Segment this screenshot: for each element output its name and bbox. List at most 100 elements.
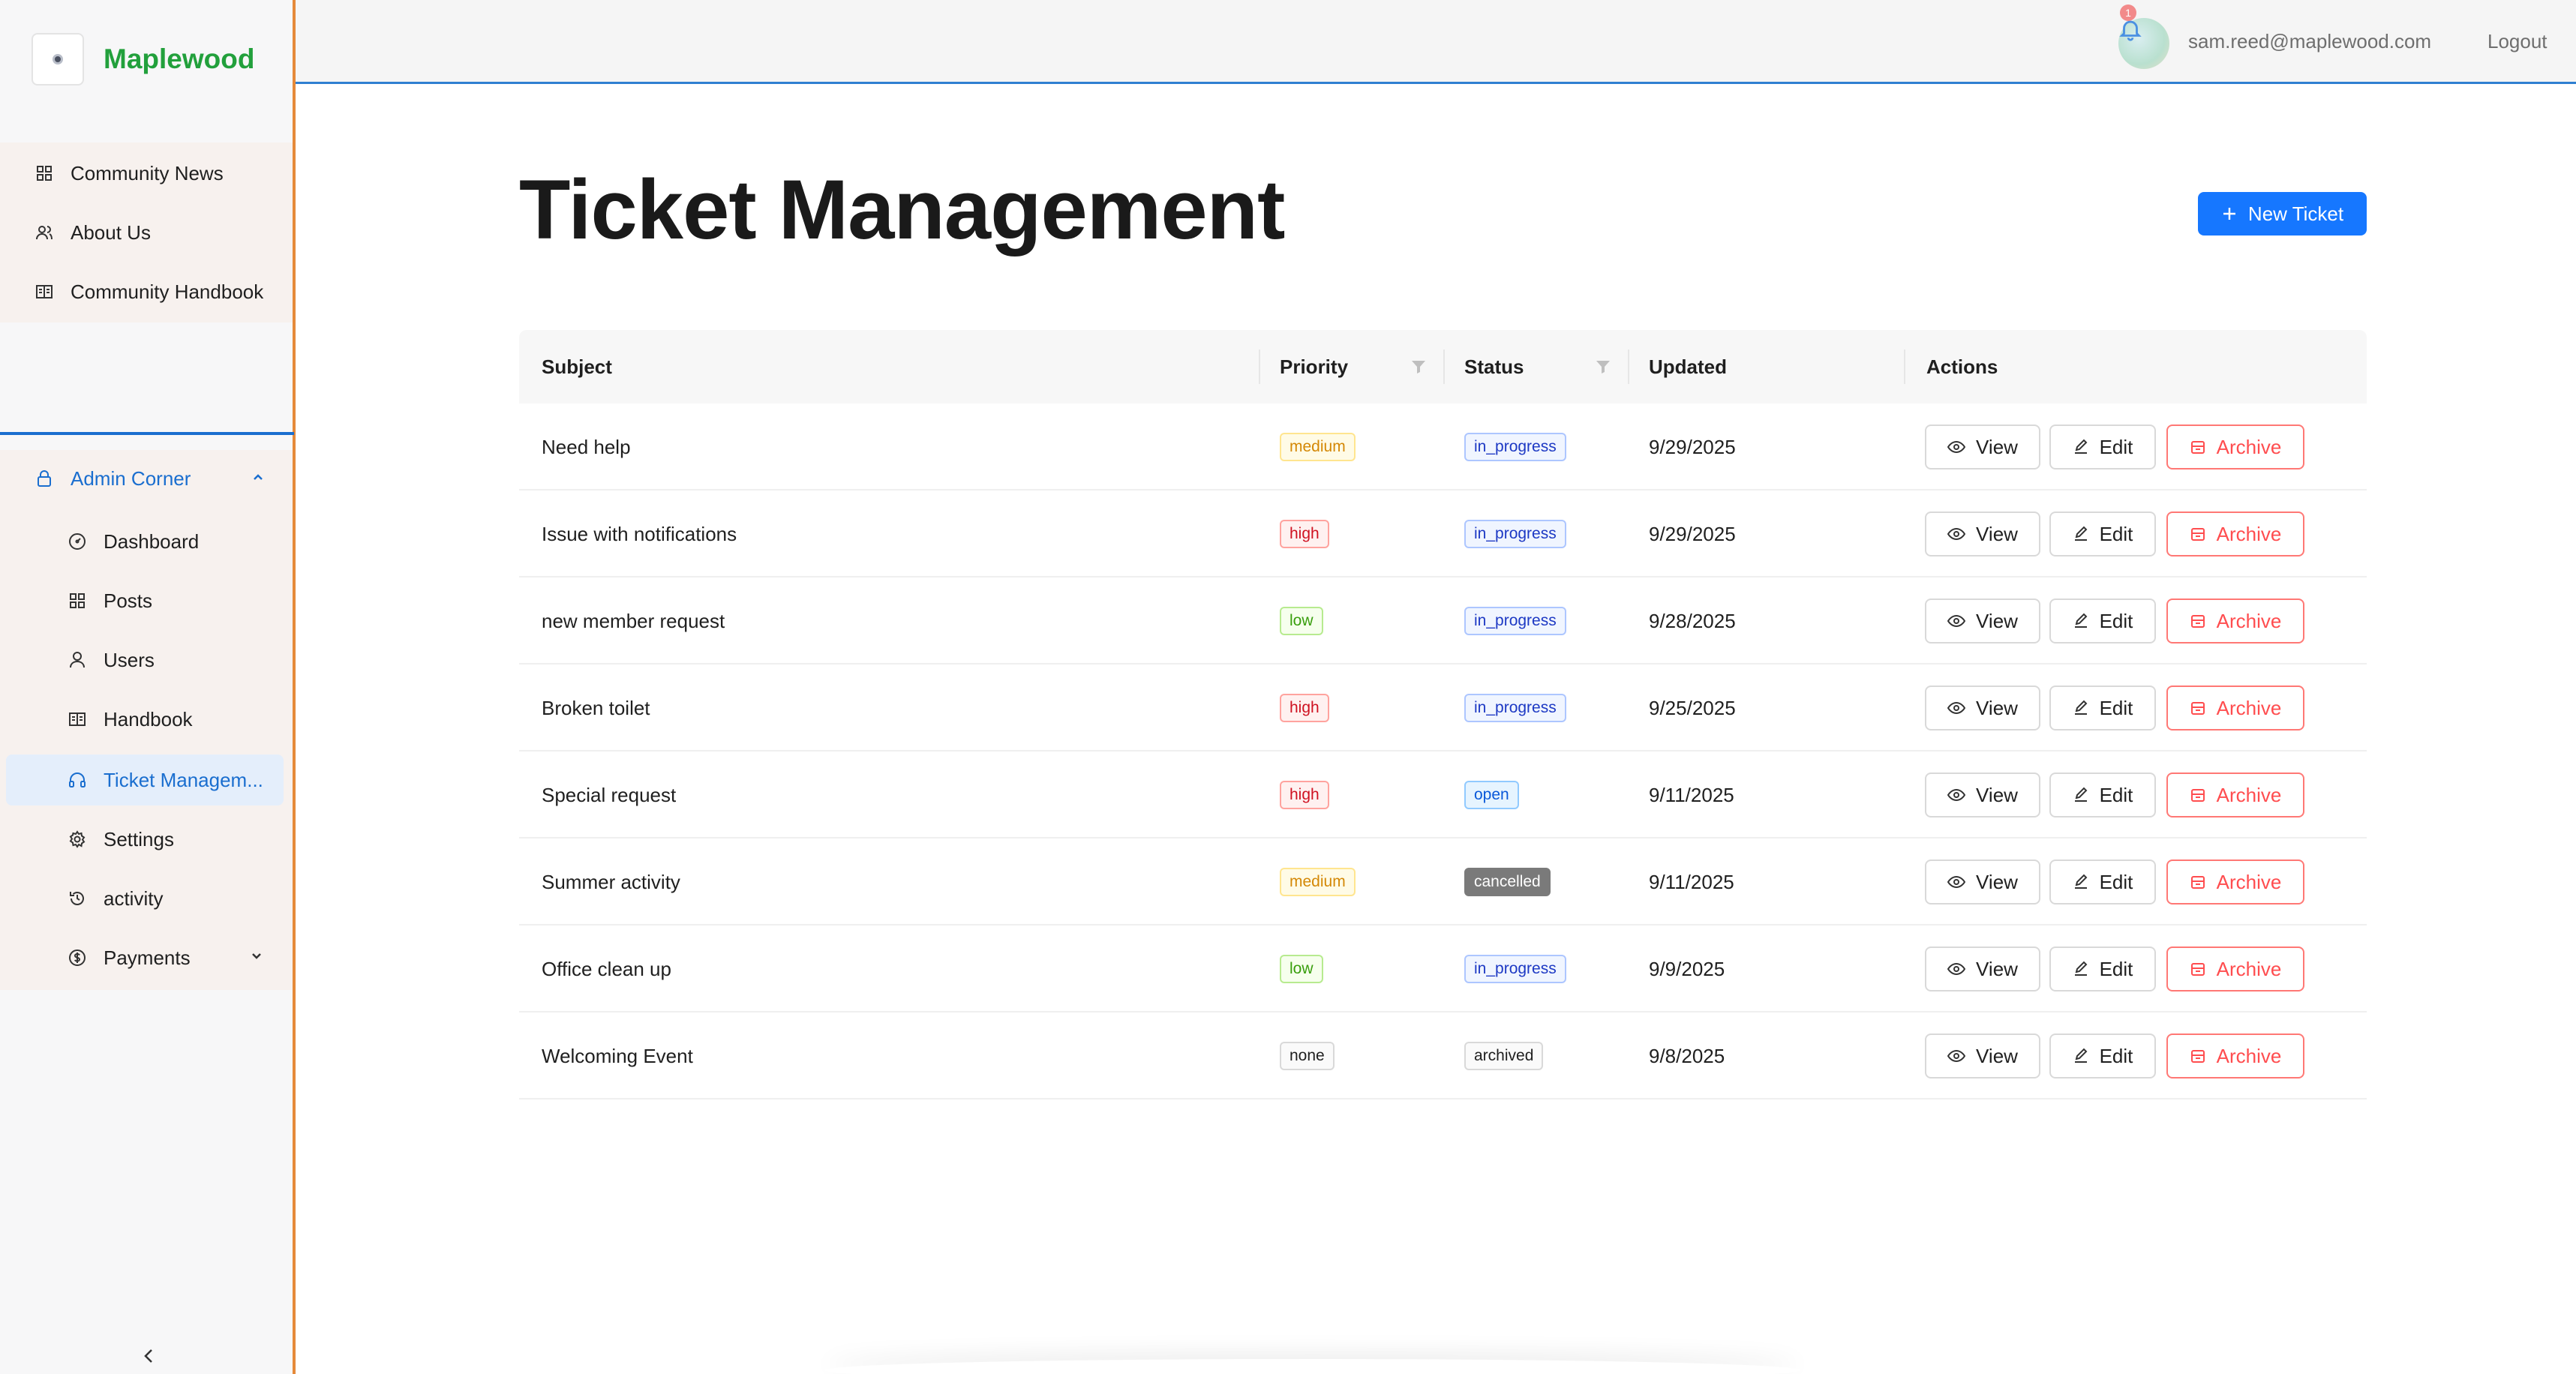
users-icon (35, 223, 54, 242)
eye-icon (1947, 788, 1966, 802)
table-row: Need help medium in_progress 9/29/2025 View E… (519, 404, 2367, 490)
collapse-sidebar-button[interactable] (134, 1342, 164, 1370)
eye-icon (1947, 527, 1966, 541)
sidebar-item-community-handbook[interactable]: Community Handbook (0, 266, 293, 317)
edit-button[interactable]: Edit (2049, 686, 2156, 730)
archive-label: Archive (2216, 957, 2282, 980)
tickets-table: Subject Priority Status Updated Actions … (519, 330, 2367, 1100)
chevron-up-icon[interactable] (251, 470, 266, 484)
edit-button[interactable]: Edit (2049, 860, 2156, 904)
table-row: Broken toilet high in_progress 9/25/2025 Vie… (519, 664, 2367, 752)
sidebar-item-community-news[interactable]: Community News (0, 148, 293, 199)
priority-tag: medium (1280, 433, 1356, 461)
column-header-status[interactable]: Status (1464, 330, 1524, 404)
view-button[interactable]: View (1925, 424, 2040, 470)
edit-button[interactable]: Edit (2049, 946, 2156, 992)
filter-icon[interactable] (1410, 358, 1427, 375)
view-button[interactable]: View (1925, 772, 2040, 818)
table-header: Subject Priority Status Updated Actions (519, 330, 2367, 404)
table-row: Summer activity medium cancelled 9/11/2025 V… (519, 838, 2367, 926)
view-button[interactable]: View (1925, 860, 2040, 904)
edit-button[interactable]: Edit (2049, 512, 2156, 556)
view-button[interactable]: View (1925, 1034, 2040, 1078)
edit-icon (2073, 439, 2089, 455)
sidebar-item-settings[interactable]: Settings (0, 814, 293, 865)
page-title: Ticket Management (519, 163, 1285, 256)
new-ticket-button[interactable]: New Ticket (2198, 192, 2367, 236)
edit-icon (2073, 787, 2089, 803)
status-badge: cancelled (1464, 868, 1551, 896)
book-icon (68, 710, 87, 729)
chevron-down-icon[interactable] (249, 949, 264, 964)
archive-label: Archive (2216, 870, 2282, 893)
sidebar-item-about-us[interactable]: About Us (0, 207, 293, 258)
updated-date: 9/9/2025 (1649, 957, 1725, 980)
status-badge: open (1464, 781, 1519, 809)
sidebar-item-users[interactable]: Users (0, 634, 293, 686)
archive-label: Archive (2216, 609, 2282, 632)
sidebar-item-activity[interactable]: activity (0, 873, 293, 924)
archive-button[interactable]: Archive (2166, 598, 2304, 644)
column-header-priority[interactable]: Priority (1280, 330, 1348, 404)
edit-label: Edit (2099, 1044, 2133, 1067)
archive-button[interactable]: Archive (2166, 1034, 2304, 1078)
sidebar-item-handbook[interactable]: Handbook (0, 694, 293, 745)
archive-button[interactable]: Archive (2166, 686, 2304, 730)
logout-link[interactable]: Logout (2487, 30, 2547, 53)
archive-button[interactable]: Archive (2166, 946, 2304, 992)
edit-label: Edit (2099, 957, 2133, 980)
grid-icon (68, 591, 87, 610)
edit-button[interactable]: Edit (2049, 1034, 2156, 1078)
sidebar-group-admin-corner[interactable]: Admin Corner (0, 454, 293, 502)
sidebar-item-payments[interactable]: Payments (0, 932, 293, 983)
view-button[interactable]: View (1925, 686, 2040, 730)
sidebar-item-label: Settings (104, 827, 174, 850)
priority-cell: high (1280, 664, 1329, 752)
filter-icon[interactable] (1595, 358, 1611, 375)
updated-date: 9/11/2025 (1649, 870, 1734, 893)
view-label: View (1976, 783, 2018, 806)
archive-button[interactable]: Archive (2166, 424, 2304, 470)
archive-button[interactable]: Archive (2166, 772, 2304, 818)
edit-button[interactable]: Edit (2049, 424, 2156, 470)
sidebar-item-posts[interactable]: Posts (0, 575, 293, 626)
brand[interactable]: Maplewood (32, 32, 254, 87)
updated-date: 9/29/2025 (1649, 522, 1736, 545)
edit-button[interactable]: Edit (2049, 772, 2156, 818)
dollar-icon (68, 948, 87, 968)
sidebar-item-label: Handbook (104, 707, 193, 730)
priority-cell: high (1280, 490, 1329, 578)
sidebar-item-dashboard[interactable]: Dashboard (0, 516, 293, 567)
edit-label: Edit (2099, 696, 2133, 719)
view-button[interactable]: View (1925, 946, 2040, 992)
updated-date: 9/11/2025 (1649, 783, 1734, 806)
archive-button[interactable]: Archive (2166, 860, 2304, 904)
priority-tag: none (1280, 1042, 1335, 1070)
edit-button[interactable]: Edit (2049, 598, 2156, 644)
archive-button[interactable]: Archive (2166, 512, 2304, 556)
lock-icon (35, 469, 54, 488)
logo (32, 33, 84, 86)
chevron-left-icon (144, 1349, 152, 1363)
ticket-subject: Office clean up (542, 957, 671, 980)
table-row: new member request low in_progress 9/28/202… (519, 578, 2367, 664)
eye-icon (1947, 962, 1966, 976)
updated-date: 9/25/2025 (1649, 696, 1736, 719)
status-badge: in_progress (1464, 433, 1566, 461)
sidebar-item-ticket-management[interactable]: Ticket Managem... (6, 754, 284, 806)
view-button[interactable]: View (1925, 512, 2040, 556)
priority-tag: high (1280, 520, 1329, 548)
archive-icon (2190, 1048, 2206, 1064)
plus-icon (2221, 206, 2238, 222)
edit-icon (2073, 874, 2089, 890)
ticket-subject: Welcoming Event (542, 1044, 693, 1067)
edit-label: Edit (2099, 870, 2133, 893)
view-label: View (1976, 870, 2018, 893)
sidebar-item-label: Community News (71, 161, 224, 184)
table-body: Need help medium in_progress 9/29/2025 View E… (519, 404, 2367, 1100)
view-button[interactable]: View (1925, 598, 2040, 644)
sidebar-item-label: Ticket Managem... (104, 768, 263, 791)
archive-icon (2190, 526, 2206, 542)
ticket-subject: Need help (542, 435, 631, 458)
column-header-subject: Subject (542, 355, 612, 378)
